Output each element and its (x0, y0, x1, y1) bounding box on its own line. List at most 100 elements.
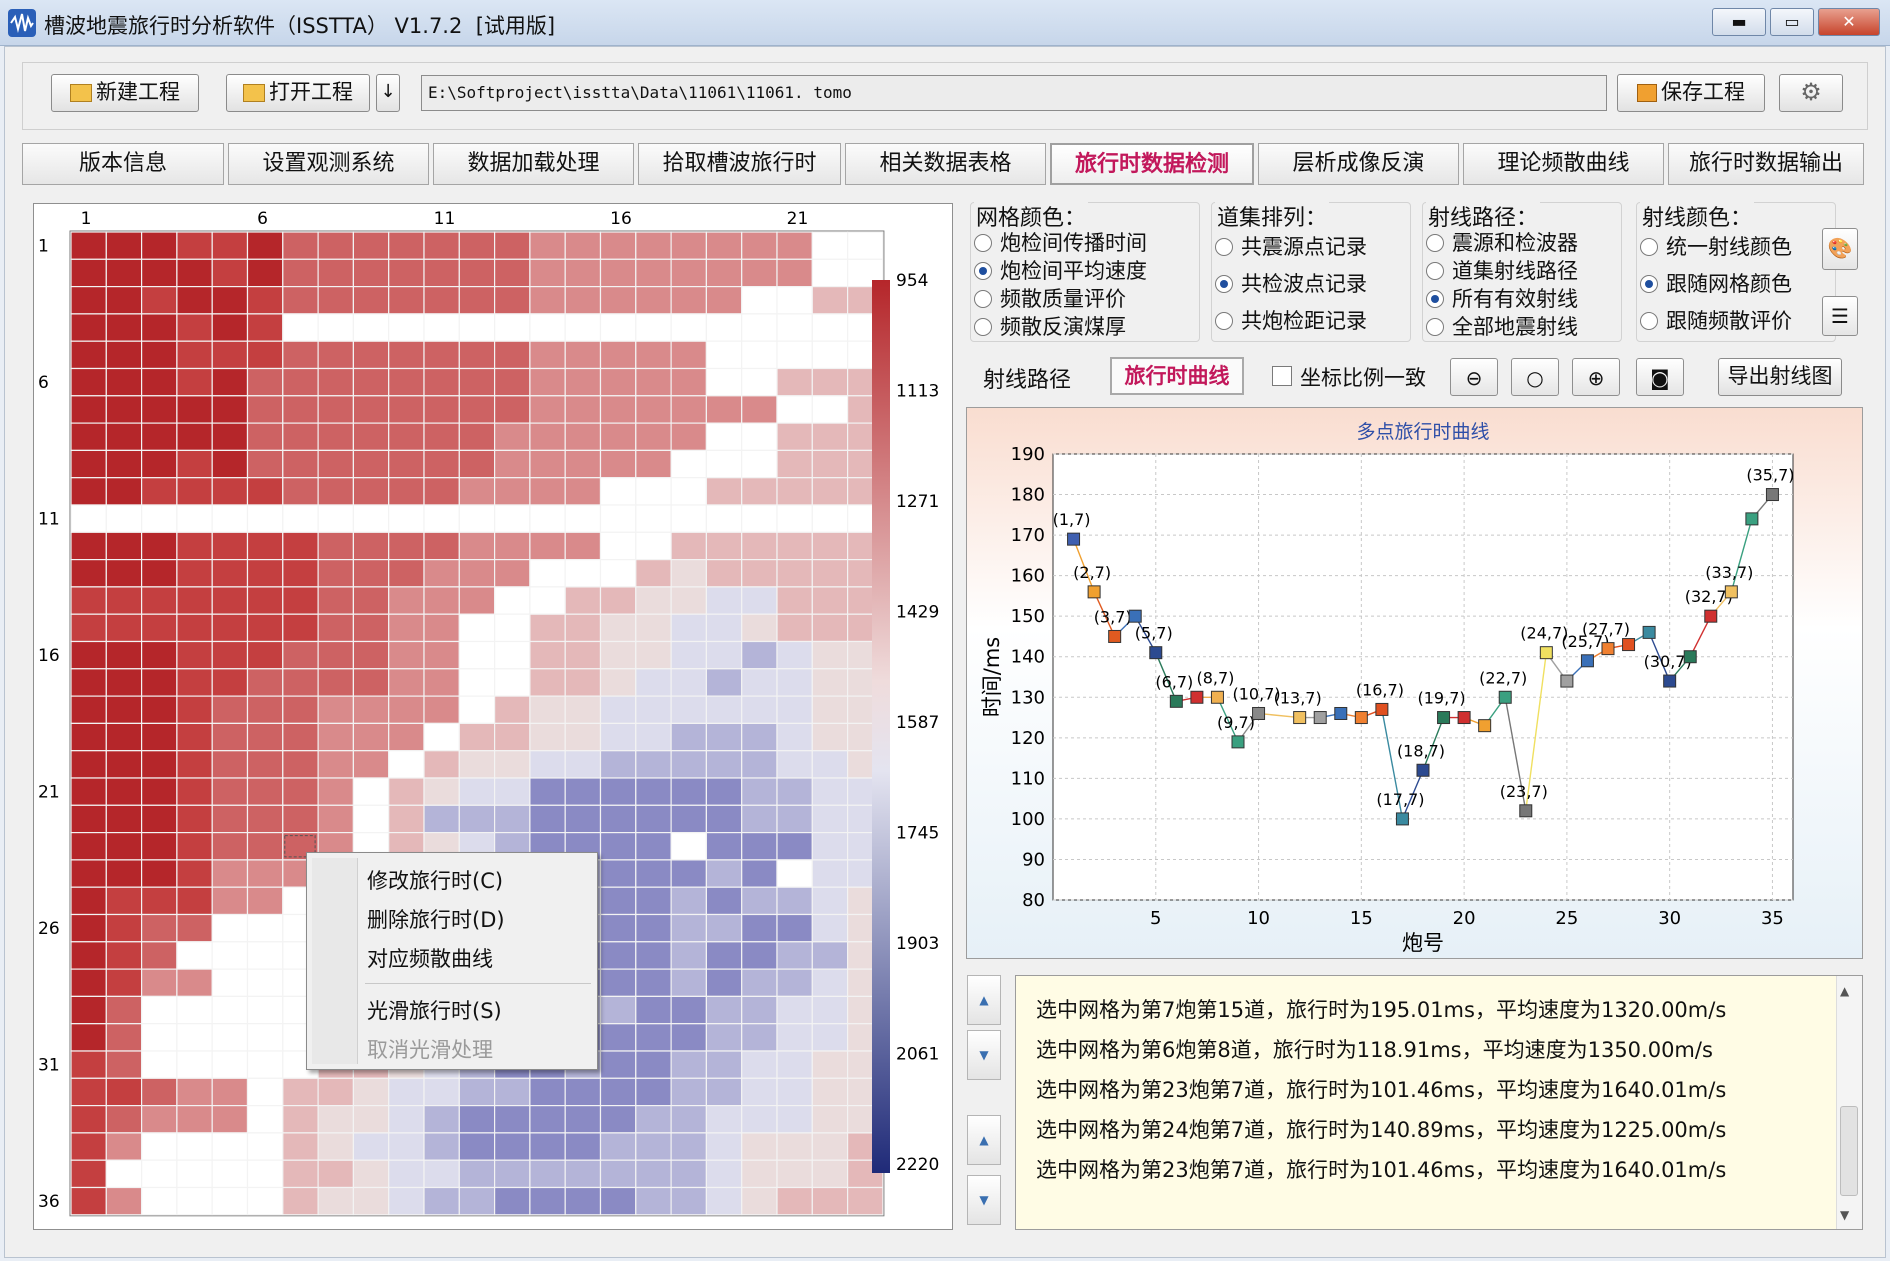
grid-cell[interactable] (529, 231, 566, 260)
grid-cell[interactable] (494, 750, 531, 779)
grid-cell[interactable] (70, 422, 107, 452)
grid-cell[interactable] (317, 449, 355, 479)
grid-cell[interactable] (246, 449, 284, 479)
grid-cell[interactable] (105, 613, 143, 643)
screenshot-button[interactable]: ◙ (1636, 358, 1684, 396)
grid-cell[interactable] (176, 941, 213, 970)
radio-mesh_color-1[interactable]: 炮检间传播时间 (974, 230, 1147, 256)
grid-cell[interactable] (352, 613, 390, 643)
grid-cell[interactable] (458, 504, 496, 533)
zoom-out-button[interactable]: ⊖ (1450, 358, 1498, 396)
grid-cell[interactable] (140, 477, 178, 506)
grid-cell[interactable] (494, 531, 531, 561)
grid-cell[interactable] (776, 750, 813, 779)
grid-cell[interactable] (352, 668, 390, 697)
grid-cell[interactable] (211, 1186, 249, 1216)
grid-cell[interactable] (458, 559, 496, 588)
data-point[interactable] (1149, 646, 1163, 660)
grid-cell[interactable] (140, 285, 178, 315)
grid-cell[interactable] (494, 231, 531, 260)
data-point[interactable] (1663, 674, 1677, 688)
grid-cell[interactable] (211, 886, 249, 916)
grid-cell[interactable] (423, 313, 460, 342)
grid-cell[interactable] (423, 531, 460, 561)
grid-cell[interactable] (564, 1132, 602, 1161)
grid-cell[interactable] (70, 531, 107, 561)
grid-cell[interactable] (105, 886, 143, 916)
grid-cell[interactable] (741, 504, 778, 533)
grid-cell[interactable] (811, 613, 849, 643)
grid-cell[interactable] (811, 968, 849, 997)
grid-cell[interactable] (741, 449, 778, 479)
grid-cell[interactable] (635, 395, 672, 424)
grid-cell[interactable] (705, 613, 743, 643)
grid-cell[interactable] (529, 422, 566, 452)
grid-cell[interactable] (105, 695, 143, 725)
grid-cell[interactable] (811, 1050, 849, 1079)
log-scrollbar[interactable]: ▲ ▼ (1836, 976, 1862, 1229)
radio-ray_color-2[interactable]: 跟随网格颜色 (1640, 271, 1792, 297)
grid-cell[interactable] (423, 1104, 460, 1134)
grid-cell[interactable] (211, 1132, 249, 1161)
grid-cell[interactable] (599, 395, 637, 424)
grid-cell[interactable] (529, 586, 566, 615)
data-point[interactable] (1478, 719, 1492, 733)
grid-cell[interactable] (670, 340, 707, 370)
grid-cell[interactable] (811, 258, 849, 288)
grid-cell[interactable] (176, 504, 213, 533)
grid-cell[interactable] (423, 1159, 460, 1189)
tab-5[interactable]: 相关数据表格 (845, 143, 1046, 185)
grid-cell[interactable] (635, 886, 672, 916)
grid-cell[interactable] (352, 285, 390, 315)
grid-cell[interactable] (388, 395, 425, 424)
grid-cell[interactable] (635, 995, 672, 1025)
grid-cell[interactable] (423, 449, 460, 479)
grid-cell[interactable] (282, 1104, 319, 1134)
grid-cell[interactable] (176, 804, 213, 834)
grid-cell[interactable] (635, 1023, 672, 1052)
grid-cell[interactable] (846, 1186, 884, 1216)
grid-cell[interactable] (458, 1132, 496, 1161)
grid-cell[interactable] (776, 258, 813, 288)
grid-cell[interactable] (529, 367, 566, 397)
data-point[interactable] (1087, 585, 1101, 599)
grid-cell[interactable] (246, 285, 284, 315)
grid-cell[interactable] (70, 941, 107, 970)
grid-cell[interactable] (423, 504, 460, 533)
grid-cell[interactable] (705, 395, 743, 424)
grid-cell[interactable] (741, 913, 778, 943)
grid-cell[interactable] (635, 640, 672, 670)
grid-cell[interactable] (741, 1132, 778, 1161)
grid-cell[interactable] (246, 640, 284, 670)
grid-cell[interactable] (564, 559, 602, 588)
grid-cell[interactable] (564, 695, 602, 725)
grid-cell[interactable] (423, 340, 460, 370)
grid-cell[interactable] (811, 722, 849, 752)
grid-cell[interactable] (494, 777, 531, 806)
grid-cell[interactable] (352, 1159, 390, 1189)
grid-cell[interactable] (635, 285, 672, 315)
grid-cell[interactable] (105, 804, 143, 834)
grid-cell[interactable] (705, 886, 743, 916)
grid-cell[interactable] (599, 968, 637, 997)
grid-cell[interactable] (564, 531, 602, 561)
grid-cell[interactable] (317, 285, 355, 315)
grid-cell[interactable] (670, 559, 707, 588)
grid-cell[interactable] (176, 1104, 213, 1134)
grid-cell[interactable] (529, 340, 566, 370)
radio-ray_path-4[interactable]: 全部地震射线 (1426, 314, 1578, 340)
grid-cell[interactable] (776, 1050, 813, 1079)
log-scroll-up-button[interactable]: ▲ (967, 975, 1001, 1025)
grid-cell[interactable] (529, 559, 566, 588)
grid-cell[interactable] (599, 859, 637, 888)
grid-cell[interactable] (140, 313, 178, 342)
grid-cell[interactable] (599, 504, 637, 533)
grid-cell[interactable] (670, 231, 707, 260)
grid-cell[interactable] (140, 340, 178, 370)
grid-cell[interactable] (599, 586, 637, 615)
grid-cell[interactable] (388, 422, 425, 452)
grid-cell[interactable] (282, 367, 319, 397)
grid-cell[interactable] (599, 258, 637, 288)
grid-cell[interactable] (211, 1077, 249, 1107)
grid-cell[interactable] (705, 695, 743, 725)
